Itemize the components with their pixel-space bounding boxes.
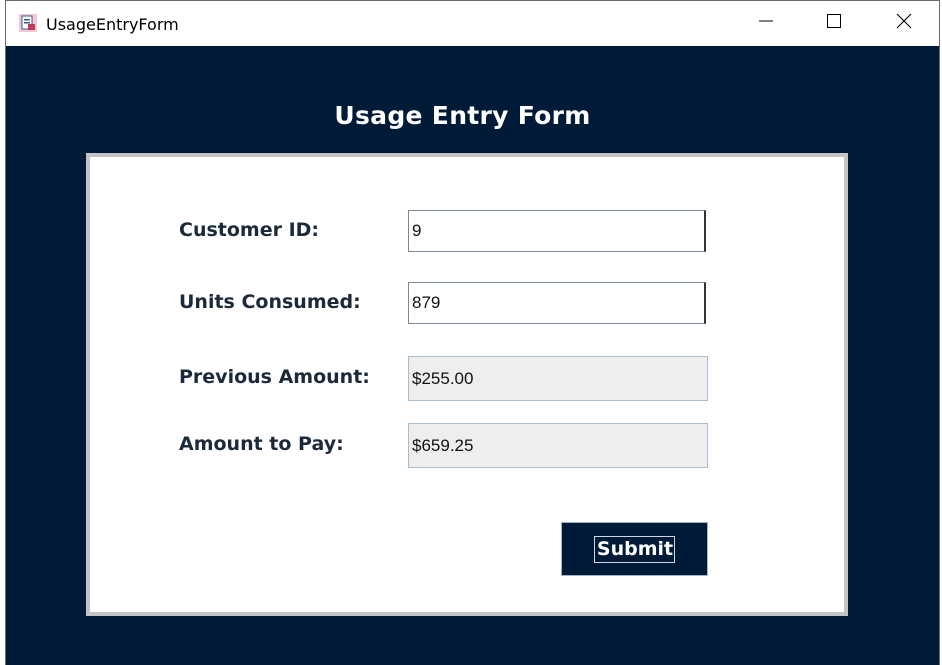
customer-id-input[interactable]: [408, 210, 706, 252]
title-bar[interactable]: UsageEntryForm: [6, 1, 939, 46]
app-form-icon: [19, 14, 37, 32]
close-button[interactable]: [881, 1, 927, 46]
customer-id-label: Customer ID:: [179, 219, 320, 241]
minimize-button[interactable]: [743, 1, 789, 46]
app-window: UsageEntryForm Usage Entry Form Customer…: [5, 0, 940, 665]
submit-button[interactable]: Submit: [561, 522, 708, 576]
amount-to-pay-label: Amount to Pay:: [179, 433, 344, 455]
maximize-icon: [826, 13, 842, 34]
window-title: UsageEntryForm: [46, 15, 179, 34]
close-icon: [896, 13, 912, 34]
units-consumed-label: Units Consumed:: [179, 291, 361, 313]
previous-amount-label: Previous Amount:: [179, 366, 370, 388]
minimize-icon: [758, 13, 774, 34]
form-panel: Customer ID: Units Consumed: Previous Am…: [86, 153, 848, 616]
maximize-button[interactable]: [811, 1, 857, 46]
form-heading: Usage Entry Form: [334, 101, 591, 130]
units-consumed-input[interactable]: [408, 282, 706, 324]
submit-button-label: Submit: [593, 535, 676, 563]
previous-amount-field: [408, 356, 708, 401]
amount-to-pay-field: [408, 423, 708, 468]
